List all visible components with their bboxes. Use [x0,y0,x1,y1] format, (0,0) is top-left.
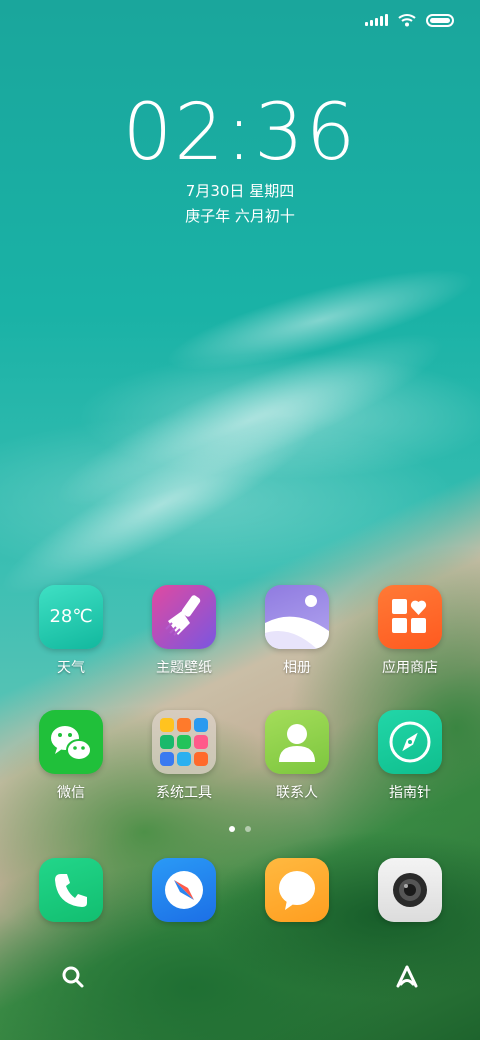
folder-system-tools[interactable]: 系统工具 [129,710,239,802]
app-store-icon [378,585,442,649]
app-gallery[interactable]: 相册 [242,585,352,677]
contacts-icon [265,710,329,774]
app-themes[interactable]: 主题壁纸 [129,585,239,677]
app-weather[interactable]: 28℃ 天气 [16,585,126,677]
page-indicator [0,826,480,832]
camera-icon [378,858,442,922]
theme-brush-icon [152,585,216,649]
app-label: 天气 [57,660,85,676]
app-compass[interactable]: 指南针 [355,710,465,802]
battery-icon [426,13,454,27]
app-label: 微信 [57,785,85,801]
folder-preview-grid [160,718,208,766]
browser-icon [152,858,216,922]
gallery-icon [265,585,329,649]
messages-icon [265,858,329,922]
page-dot-active [229,826,235,832]
app-contacts[interactable]: 联系人 [242,710,352,802]
dock-messages[interactable] [242,858,352,922]
dock-phone[interactable] [16,858,126,922]
folder-icon [152,710,216,774]
home-screen: 02:36 7月30日 星期四 庚子年 六月初十 28℃ 天气 主题壁纸 相册 [0,0,480,1040]
app-label: 应用商店 [382,660,438,676]
weather-icon: 28℃ [39,585,103,649]
wifi-icon [398,14,416,27]
lock-clock-lunar-date: 庚子年 六月初十 [185,207,295,225]
lock-clock-time[interactable]: 02:36 [0,88,480,178]
compass-icon [378,710,442,774]
page-dot [245,826,251,832]
cellular-signal-icon [365,14,388,26]
dock-browser[interactable] [129,858,239,922]
app-label: 指南针 [389,785,431,801]
wechat-icon [39,710,103,774]
app-label: 主题壁纸 [156,660,212,676]
app-wechat[interactable]: 微信 [16,710,126,802]
status-bar [365,10,454,30]
assistant-icon[interactable] [394,964,420,990]
app-label: 相册 [283,660,311,676]
phone-icon [39,858,103,922]
lock-clock-date: 7月30日 星期四 [185,182,295,200]
app-label: 系统工具 [156,785,212,801]
dock-camera[interactable] [355,858,465,922]
weather-temperature: 28℃ [49,606,93,627]
search-icon[interactable] [60,964,86,990]
app-app-store[interactable]: 应用商店 [355,585,465,677]
app-label: 联系人 [276,785,318,801]
